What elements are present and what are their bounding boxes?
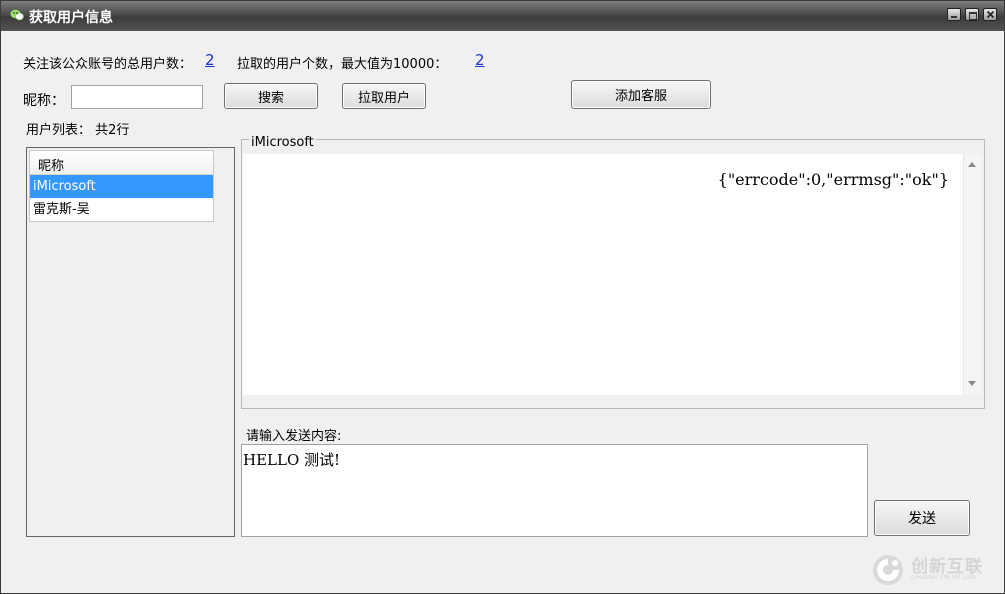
- scroll-up-icon[interactable]: [968, 162, 976, 167]
- maximize-button[interactable]: [965, 8, 979, 21]
- total-users-label: 关注该公众账号的总用户数：: [23, 57, 193, 72]
- maximize-icon: [969, 12, 977, 20]
- logo-icon: [873, 555, 903, 585]
- window-title: 获取用户信息: [29, 10, 113, 26]
- watermark-subtext: CHUANG XIN HU LIAN: [911, 574, 977, 581]
- send-button[interactable]: 发送: [874, 500, 970, 536]
- close-icon: [986, 10, 995, 19]
- user-row-selected[interactable]: iMicrosoft: [30, 175, 213, 198]
- user-list-panel: 昵称 iMicrosoft 雷克斯-吴: [26, 147, 235, 537]
- response-text: {"errcode":0,"errmsg":"ok"}: [717, 170, 949, 189]
- watermark: 创新互联 CHUANG XIN HU LIAN: [871, 549, 1003, 589]
- search-button[interactable]: 搜索: [224, 83, 318, 109]
- minimize-button[interactable]: [947, 8, 961, 21]
- pulled-users-label: 拉取的用户个数，最大值为10000：: [237, 57, 448, 72]
- response-textbox[interactable]: {"errcode":0,"errmsg":"ok"}: [243, 154, 981, 395]
- add-customer-service-button[interactable]: 添加客服: [571, 80, 711, 109]
- minimize-icon: [951, 16, 957, 18]
- message-input[interactable]: HELLO 测试!: [241, 444, 868, 537]
- message-label: 请输入发送内容:: [246, 429, 342, 444]
- user-row[interactable]: 雷克斯-吴: [30, 198, 213, 221]
- column-header-label: 昵称: [38, 159, 65, 174]
- main-window: 获取用户信息 关注该公众账号的总用户数： 2 拉取的用户个数，最大值为10000…: [0, 0, 1005, 594]
- message-text: HELLO 测试!: [243, 451, 341, 469]
- wechat-icon: [10, 9, 24, 21]
- pull-users-button[interactable]: 拉取用户: [342, 83, 426, 109]
- column-header-nickname[interactable]: 昵称: [30, 151, 213, 175]
- nickname-label: 昵称：: [23, 93, 65, 109]
- total-users-link[interactable]: 2: [205, 51, 215, 69]
- nickname-search-input[interactable]: [71, 85, 203, 109]
- close-button[interactable]: [983, 8, 997, 21]
- pulled-users-link[interactable]: 2: [475, 51, 485, 69]
- title-bar[interactable]: 获取用户信息: [1, 1, 1004, 31]
- user-list-summary: 用户列表： 共2行: [26, 123, 130, 138]
- scroll-down-icon[interactable]: [968, 381, 976, 386]
- user-list-grid[interactable]: 昵称 iMicrosoft 雷克斯-吴: [29, 150, 214, 222]
- response-scrollbar[interactable]: [963, 154, 981, 395]
- user-detail-group-title: iMicrosoft: [249, 135, 316, 150]
